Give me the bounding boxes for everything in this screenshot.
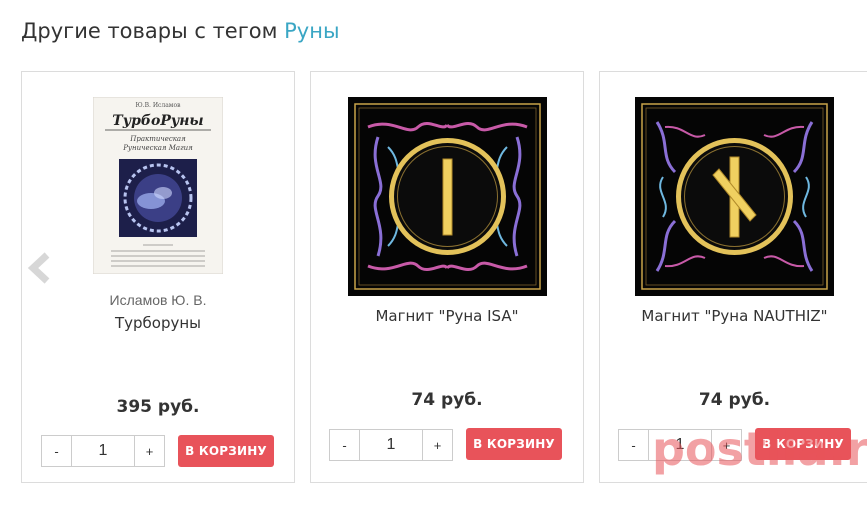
cover-title-text: ТурбоРуны — [112, 113, 203, 129]
book-cover-image: Ю.В. Исламов ТурбоРуны Практическая Руни… — [93, 97, 223, 274]
quantity-input[interactable]: 1 — [360, 429, 422, 461]
rune-isa-image — [347, 97, 547, 296]
product-image[interactable] — [600, 97, 867, 296]
product-price: 395 руб. — [116, 397, 200, 417]
increase-quantity-button[interactable]: + — [422, 429, 453, 461]
product-title[interactable]: Турборуны — [22, 314, 294, 332]
cover-subtitle-2: Руническая Магия — [122, 144, 193, 152]
add-to-cart-button[interactable]: В КОРЗИНУ — [466, 428, 562, 460]
product-price: 74 руб. — [411, 390, 483, 410]
watermark: postila.ru — [652, 422, 867, 476]
product-price: 74 руб. — [698, 390, 771, 410]
product-image[interactable] — [311, 97, 583, 296]
product-card: Магнит "Руна ISA" 74 руб. - 1 + В КОРЗИН… — [310, 71, 584, 483]
tag-link-runes[interactable]: Руны — [284, 19, 339, 43]
quantity-stepper: - 1 + — [329, 429, 453, 461]
heading-text: Другие товары с тегом — [21, 19, 278, 43]
decrease-quantity-button[interactable]: - — [618, 429, 649, 461]
product-image[interactable]: Ю.В. Исламов ТурбоРуны Практическая Руни… — [22, 97, 294, 274]
cover-subtitle-1: Практическая — [129, 135, 186, 143]
decrease-quantity-button[interactable]: - — [329, 429, 360, 461]
product-author: Исламов Ю. В. — [109, 292, 207, 308]
increase-quantity-button[interactable]: + — [134, 435, 165, 467]
cover-author-text: Ю.В. Исламов — [136, 102, 182, 109]
product-title[interactable]: Магнит "Руна NAUTHIZ" — [600, 307, 867, 325]
decrease-quantity-button[interactable]: - — [41, 435, 72, 467]
product-title[interactable]: Магнит "Руна ISA" — [311, 307, 583, 325]
carousel-prev-button[interactable] — [27, 252, 53, 289]
section-heading: Другие товары с тегом Руны — [21, 19, 340, 43]
chevron-left-icon — [27, 252, 50, 284]
add-to-cart-button[interactable]: В КОРЗИНУ — [178, 435, 274, 467]
product-card: Ю.В. Исламов ТурбоРуны Практическая Руни… — [21, 71, 295, 483]
quantity-input[interactable]: 1 — [72, 435, 134, 467]
quantity-stepper: - 1 + — [41, 435, 165, 467]
rune-nauthiz-image — [635, 97, 834, 296]
